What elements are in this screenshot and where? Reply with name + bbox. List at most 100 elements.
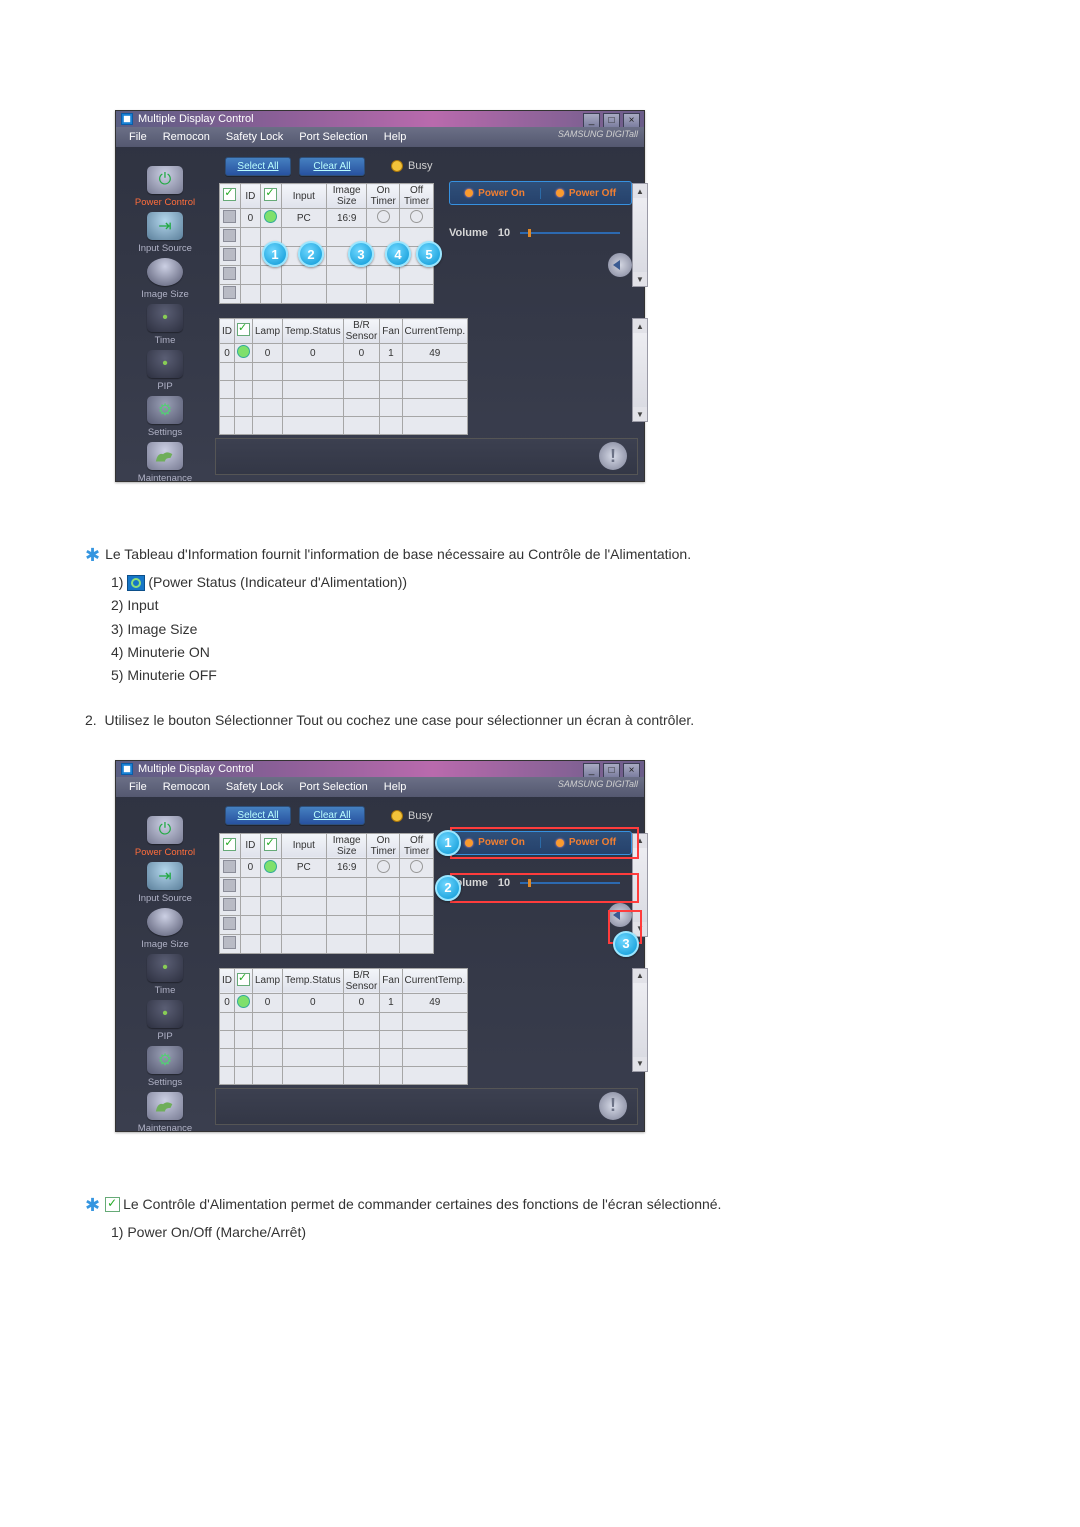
list-item: 1) Power On/Off (Marche/Arrêt) (111, 1222, 1020, 1242)
brand-label: SAMSUNG DIGITall (558, 129, 638, 139)
doc-block-2: ✱ Le Contrôle d'Alimentation permet de co… (85, 1192, 1020, 1242)
maintenance-icon[interactable] (147, 442, 183, 470)
sound-icon-wrap (449, 903, 632, 930)
col2-id: ID (220, 319, 235, 344)
maximize-button[interactable]: □ (603, 763, 620, 778)
sidebar-image-size[interactable]: Image Size (119, 289, 211, 300)
busy-label: Busy (408, 160, 432, 172)
sidebar-input-source[interactable]: Input Source (119, 243, 211, 254)
power-status-icon (264, 210, 277, 223)
callout-1: 1 (262, 241, 288, 267)
col2-br-sensor: B/R Sensor (343, 319, 380, 344)
menu-help[interactable]: Help (376, 131, 415, 143)
status-bar: ! (215, 438, 638, 475)
maximize-button[interactable]: □ (603, 113, 620, 128)
sidebar-power-control[interactable]: Power Control (119, 197, 211, 208)
sidebar-input-source[interactable]: Input Source (119, 893, 211, 904)
volume-slider[interactable] (520, 232, 620, 234)
header-checkbox[interactable] (223, 188, 236, 201)
doc-block-1: ✱Le Tableau d'Information fournit l'info… (85, 542, 1020, 730)
close-button[interactable]: × (623, 763, 640, 778)
volume-label: Volume (449, 227, 488, 239)
sidebar-time[interactable]: Time (119, 985, 211, 996)
busy-dot-icon (391, 810, 403, 822)
image-size-icon[interactable] (147, 258, 183, 286)
menu-help[interactable]: Help (376, 781, 415, 793)
info-icon[interactable]: ! (599, 1092, 627, 1120)
minimize-button[interactable]: _ (583, 763, 600, 778)
doc-para3: Le Contrôle d'Alimentation permet de com… (123, 1196, 721, 1212)
table-row[interactable]: 0 0 0 0 1 49 (220, 993, 468, 1012)
maintenance-icon[interactable] (147, 1092, 183, 1120)
power-control-icon[interactable]: ⏻ (147, 166, 183, 194)
table-row[interactable]: 0 0 0 0 1 49 (220, 344, 468, 363)
scrollbar-2[interactable]: ▲▼ (632, 968, 648, 1072)
app-icon (121, 763, 133, 775)
power-on-button[interactable]: Power On (450, 188, 540, 199)
table-row[interactable]: 0 PC 16:9 (220, 858, 434, 877)
window-controls: _ □ × (583, 113, 640, 128)
power-off-button[interactable]: Power Off (540, 188, 631, 199)
select-all-button[interactable]: Select All (225, 157, 291, 176)
cell2-id: 0 (220, 344, 235, 363)
clear-all-button[interactable]: Clear All (299, 806, 365, 825)
row-checkbox[interactable] (223, 210, 236, 223)
col-input: Input (281, 184, 326, 209)
sidebar-maintenance[interactable]: Maintenance (119, 473, 211, 484)
cell2-curtemp: 49 (402, 344, 468, 363)
table-row[interactable]: 0 PC 16:9 (220, 209, 434, 228)
volume-row: Volume 10 (449, 227, 632, 239)
sidebar-time[interactable]: Time (119, 335, 211, 346)
window-controls: _ □ × (583, 763, 640, 778)
sidebar-power-control[interactable]: Power Control (119, 847, 211, 858)
col2-lamp: Lamp (253, 319, 283, 344)
menu-port-selection[interactable]: Port Selection (291, 131, 375, 143)
input-source-icon[interactable]: ⇥ (147, 212, 183, 240)
clear-all-button[interactable]: Clear All (299, 157, 365, 176)
select-all-button[interactable]: Select All (225, 806, 291, 825)
settings-icon[interactable]: ⚙ (147, 396, 183, 424)
callout-5: 5 (416, 241, 442, 267)
minimize-button[interactable]: _ (583, 113, 600, 128)
menu-port-selection[interactable]: Port Selection (291, 781, 375, 793)
row-checkbox[interactable] (223, 860, 236, 873)
titlebar: Multiple Display Control _ □ × (116, 761, 644, 777)
scrollbar-1[interactable]: ▲▼ (632, 183, 648, 287)
menu-safety-lock[interactable]: Safety Lock (218, 131, 291, 143)
menu-file[interactable]: File (121, 781, 155, 793)
image-size-icon[interactable] (147, 908, 183, 936)
pip-icon[interactable]: • (147, 1000, 183, 1028)
col-id: ID (240, 184, 260, 209)
menu-remocon[interactable]: Remocon (155, 781, 218, 793)
busy-indicator: Busy (391, 810, 432, 822)
sidebar-pip[interactable]: PIP (119, 381, 211, 392)
sidebar-settings[interactable]: Settings (119, 427, 211, 438)
star-bullet-icon: ✱ (85, 1195, 100, 1215)
close-button[interactable]: × (623, 113, 640, 128)
info-icon[interactable]: ! (599, 442, 627, 470)
settings-icon[interactable]: ⚙ (147, 1046, 183, 1074)
callout-2: 2 (435, 875, 461, 901)
list-item: 4) Minuterie ON (111, 642, 1020, 662)
power-control-icon[interactable]: ⏻ (147, 816, 183, 844)
menu-remocon[interactable]: Remocon (155, 131, 218, 143)
cell2-fan: 1 (380, 344, 402, 363)
highlight-power (450, 827, 639, 859)
sidebar: ⏻Power Control ⇥Input Source Image Size … (119, 151, 211, 488)
sidebar-image-size[interactable]: Image Size (119, 939, 211, 950)
power-panel: Power On Power Off Volume 10 (449, 181, 632, 280)
scrollbar-2[interactable]: ▲▼ (632, 318, 648, 422)
input-source-icon[interactable]: ⇥ (147, 862, 183, 890)
callout-3: 3 (348, 241, 374, 267)
header-checkbox[interactable] (223, 838, 236, 851)
time-icon[interactable]: • (147, 304, 183, 332)
volume-value: 10 (498, 227, 510, 239)
pip-icon[interactable]: • (147, 350, 183, 378)
sidebar-pip[interactable]: PIP (119, 1031, 211, 1042)
sidebar-settings[interactable]: Settings (119, 1077, 211, 1088)
menu-safety-lock[interactable]: Safety Lock (218, 781, 291, 793)
time-icon[interactable]: • (147, 954, 183, 982)
menu-file[interactable]: File (121, 131, 155, 143)
speaker-icon[interactable] (608, 253, 632, 277)
sidebar-maintenance[interactable]: Maintenance (119, 1123, 211, 1134)
